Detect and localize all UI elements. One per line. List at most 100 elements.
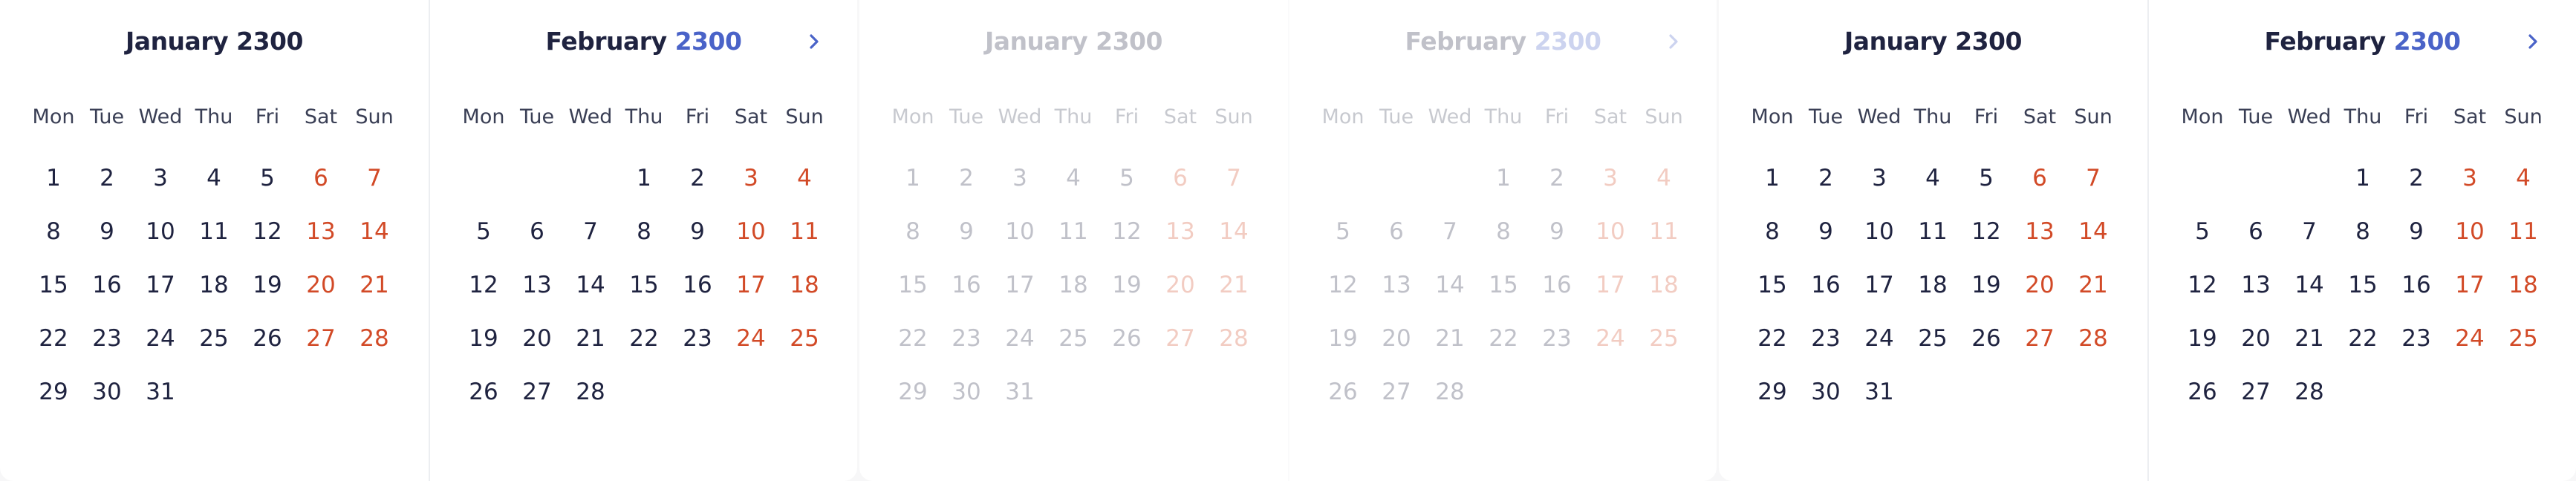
day-cell[interactable]: 13: [1370, 258, 1423, 312]
day-cell[interactable]: 20: [2229, 312, 2283, 365]
day-cell[interactable]: 21: [1423, 312, 1477, 365]
day-cell[interactable]: 19: [1316, 312, 1370, 365]
day-cell[interactable]: 23: [671, 312, 724, 365]
day-cell[interactable]: 2: [80, 151, 134, 205]
day-cell[interactable]: 6: [2013, 151, 2066, 205]
day-cell[interactable]: 22: [886, 312, 940, 365]
day-cell[interactable]: 14: [564, 258, 617, 312]
day-cell[interactable]: 28: [2066, 312, 2120, 365]
day-cell[interactable]: 30: [1799, 365, 1853, 419]
day-cell[interactable]: 16: [1530, 258, 1584, 312]
day-cell[interactable]: 17: [724, 258, 778, 312]
day-cell[interactable]: 13: [2229, 258, 2283, 312]
day-cell[interactable]: 12: [457, 258, 510, 312]
day-cell[interactable]: 28: [564, 365, 617, 419]
day-cell[interactable]: 23: [80, 312, 134, 365]
day-cell[interactable]: 22: [1746, 312, 1799, 365]
day-cell[interactable]: 9: [1799, 205, 1853, 258]
day-cell[interactable]: 26: [2176, 365, 2229, 419]
day-cell[interactable]: 11: [1637, 205, 1691, 258]
day-cell[interactable]: 20: [510, 312, 564, 365]
day-cell[interactable]: 17: [134, 258, 187, 312]
day-cell[interactable]: 24: [2443, 312, 2497, 365]
day-cell[interactable]: 1: [1477, 151, 1530, 205]
day-cell[interactable]: 23: [940, 312, 993, 365]
day-cell[interactable]: 9: [2390, 205, 2443, 258]
month-year[interactable]: 2300: [675, 27, 742, 56]
day-cell[interactable]: 8: [27, 205, 80, 258]
day-cell[interactable]: 25: [1047, 312, 1100, 365]
next-month-button[interactable]: [801, 25, 827, 58]
day-cell[interactable]: 16: [671, 258, 724, 312]
day-cell[interactable]: 3: [134, 151, 187, 205]
day-cell[interactable]: 13: [294, 205, 348, 258]
day-cell[interactable]: 14: [2066, 205, 2120, 258]
day-cell[interactable]: 3: [1584, 151, 1637, 205]
day-cell[interactable]: 30: [80, 365, 134, 419]
day-cell[interactable]: 21: [564, 312, 617, 365]
day-cell[interactable]: 10: [1584, 205, 1637, 258]
day-cell[interactable]: 26: [1959, 312, 2013, 365]
day-cell[interactable]: 8: [1477, 205, 1530, 258]
day-cell[interactable]: 24: [724, 312, 778, 365]
day-cell[interactable]: 31: [993, 365, 1047, 419]
day-cell[interactable]: 7: [2066, 151, 2120, 205]
month-year[interactable]: 2300: [2394, 27, 2461, 56]
day-cell[interactable]: 29: [1746, 365, 1799, 419]
day-cell[interactable]: 19: [457, 312, 510, 365]
day-cell[interactable]: 21: [2283, 312, 2336, 365]
day-cell[interactable]: 23: [1799, 312, 1853, 365]
day-cell[interactable]: 2: [2390, 151, 2443, 205]
day-cell[interactable]: 1: [27, 151, 80, 205]
day-cell[interactable]: 11: [1906, 205, 1959, 258]
day-cell[interactable]: 4: [1637, 151, 1691, 205]
day-cell[interactable]: 6: [510, 205, 564, 258]
day-cell[interactable]: 7: [564, 205, 617, 258]
day-cell[interactable]: 18: [1047, 258, 1100, 312]
day-cell[interactable]: 26: [1100, 312, 1154, 365]
day-cell[interactable]: 8: [2336, 205, 2390, 258]
day-cell[interactable]: 11: [1047, 205, 1100, 258]
day-cell[interactable]: 27: [294, 312, 348, 365]
day-cell[interactable]: 10: [2443, 205, 2497, 258]
day-cell[interactable]: 26: [457, 365, 510, 419]
day-cell[interactable]: 9: [671, 205, 724, 258]
day-cell[interactable]: 29: [27, 365, 80, 419]
day-cell[interactable]: 2: [1530, 151, 1584, 205]
day-cell[interactable]: 16: [940, 258, 993, 312]
day-cell[interactable]: 14: [2283, 258, 2336, 312]
day-cell[interactable]: 25: [187, 312, 241, 365]
day-cell[interactable]: 2: [1799, 151, 1853, 205]
day-cell[interactable]: 2: [940, 151, 993, 205]
day-cell[interactable]: 12: [1959, 205, 2013, 258]
day-cell[interactable]: 8: [1746, 205, 1799, 258]
day-cell[interactable]: 31: [134, 365, 187, 419]
day-cell[interactable]: 24: [993, 312, 1047, 365]
day-cell[interactable]: 15: [1477, 258, 1530, 312]
day-cell[interactable]: 22: [27, 312, 80, 365]
day-cell[interactable]: 10: [993, 205, 1047, 258]
day-cell[interactable]: 28: [1423, 365, 1477, 419]
day-cell[interactable]: 19: [241, 258, 294, 312]
day-cell[interactable]: 28: [348, 312, 401, 365]
day-cell[interactable]: 26: [1316, 365, 1370, 419]
day-cell[interactable]: 24: [1584, 312, 1637, 365]
day-cell[interactable]: 6: [1154, 151, 1207, 205]
day-cell[interactable]: 27: [510, 365, 564, 419]
day-cell[interactable]: 14: [1207, 205, 1261, 258]
day-cell[interactable]: 11: [778, 205, 831, 258]
day-cell[interactable]: 1: [617, 151, 671, 205]
day-cell[interactable]: 18: [187, 258, 241, 312]
day-cell[interactable]: 8: [886, 205, 940, 258]
day-cell[interactable]: 15: [27, 258, 80, 312]
day-cell[interactable]: 15: [886, 258, 940, 312]
day-cell[interactable]: 27: [2013, 312, 2066, 365]
day-cell[interactable]: 3: [993, 151, 1047, 205]
day-cell[interactable]: 1: [1746, 151, 1799, 205]
day-cell[interactable]: 17: [993, 258, 1047, 312]
day-cell[interactable]: 6: [2229, 205, 2283, 258]
day-cell[interactable]: 5: [2176, 205, 2229, 258]
day-cell[interactable]: 10: [134, 205, 187, 258]
day-cell[interactable]: 16: [1799, 258, 1853, 312]
day-cell[interactable]: 15: [2336, 258, 2390, 312]
